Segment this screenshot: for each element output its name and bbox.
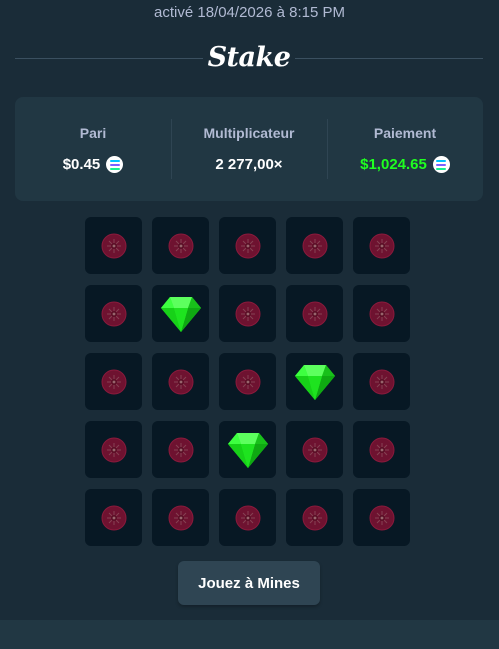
board-tile[interactable] <box>286 489 343 546</box>
mine-icon <box>100 232 128 260</box>
activation-timestamp: activé 18/04/2026 à 8:15 PM <box>154 4 345 21</box>
board-tile[interactable] <box>219 217 276 274</box>
multiplier-stat: Multiplicateur 2 277,00× <box>171 97 327 201</box>
mine-icon <box>167 368 195 396</box>
board-tile[interactable] <box>353 217 410 274</box>
bet-stat: Pari $0.45 <box>15 97 171 201</box>
board-tile[interactable] <box>85 421 142 478</box>
mines-board <box>85 217 410 546</box>
mine-icon <box>100 300 128 328</box>
bet-label: Pari <box>79 125 107 141</box>
mine-icon <box>368 300 396 328</box>
gem-icon <box>294 363 336 401</box>
solana-coin-icon <box>106 156 124 173</box>
play-mines-button[interactable]: Jouez à Mines <box>178 561 320 605</box>
brand-header: Stake <box>15 42 483 76</box>
payout-value-row: $1,024.65 <box>327 156 483 173</box>
board-tile[interactable] <box>85 285 142 342</box>
mine-icon <box>100 504 128 532</box>
board-tile[interactable] <box>152 353 209 410</box>
payout-label: Paiement <box>373 125 437 141</box>
mine-icon <box>368 368 396 396</box>
mine-icon <box>368 232 396 260</box>
mine-icon <box>301 436 329 464</box>
board-tile[interactable] <box>152 421 209 478</box>
board-tile[interactable] <box>152 217 209 274</box>
payout-stat: Paiement $1,024.65 <box>327 97 483 201</box>
board-tile[interactable] <box>219 489 276 546</box>
multiplier-label: Multiplicateur <box>203 125 295 141</box>
divider-right <box>295 58 483 59</box>
board-tile[interactable] <box>353 421 410 478</box>
board-tile[interactable] <box>286 421 343 478</box>
mine-icon <box>301 504 329 532</box>
mine-icon <box>368 436 396 464</box>
board-tile[interactable] <box>85 217 142 274</box>
board-tile[interactable] <box>219 421 276 478</box>
gem-icon <box>160 295 202 333</box>
mine-icon <box>301 232 329 260</box>
mine-icon <box>167 232 195 260</box>
board-tile[interactable] <box>219 353 276 410</box>
board-tile[interactable] <box>85 489 142 546</box>
solana-coin-icon <box>432 156 450 173</box>
mine-icon <box>234 504 262 532</box>
mine-icon <box>368 504 396 532</box>
board-tile[interactable] <box>152 285 209 342</box>
board-tile[interactable] <box>152 489 209 546</box>
mine-icon <box>167 436 195 464</box>
board-tile[interactable] <box>85 353 142 410</box>
board-tile[interactable] <box>353 489 410 546</box>
divider-left <box>15 58 203 59</box>
footer-bar <box>0 620 499 649</box>
mine-icon <box>234 300 262 328</box>
mine-icon <box>234 368 262 396</box>
bet-value: $0.45 <box>62 156 101 173</box>
mine-icon <box>100 368 128 396</box>
bet-summary-panel: Pari $0.45 Multiplicateur 2 277,00× Paie… <box>15 97 483 201</box>
mine-icon <box>301 300 329 328</box>
board-tile[interactable] <box>219 285 276 342</box>
board-tile[interactable] <box>286 353 343 410</box>
multiplier-value: 2 277,00× <box>215 156 283 173</box>
mine-icon <box>234 232 262 260</box>
board-tile[interactable] <box>353 353 410 410</box>
board-tile[interactable] <box>286 217 343 274</box>
gem-icon <box>227 431 269 469</box>
board-tile[interactable] <box>353 285 410 342</box>
stake-logo: Stake <box>207 42 291 73</box>
multiplier-value-row: 2 277,00× <box>171 156 327 173</box>
mine-icon <box>100 436 128 464</box>
payout-value: $1,024.65 <box>360 156 427 173</box>
bet-value-row: $0.45 <box>15 156 171 173</box>
board-tile[interactable] <box>286 285 343 342</box>
mine-icon <box>167 504 195 532</box>
